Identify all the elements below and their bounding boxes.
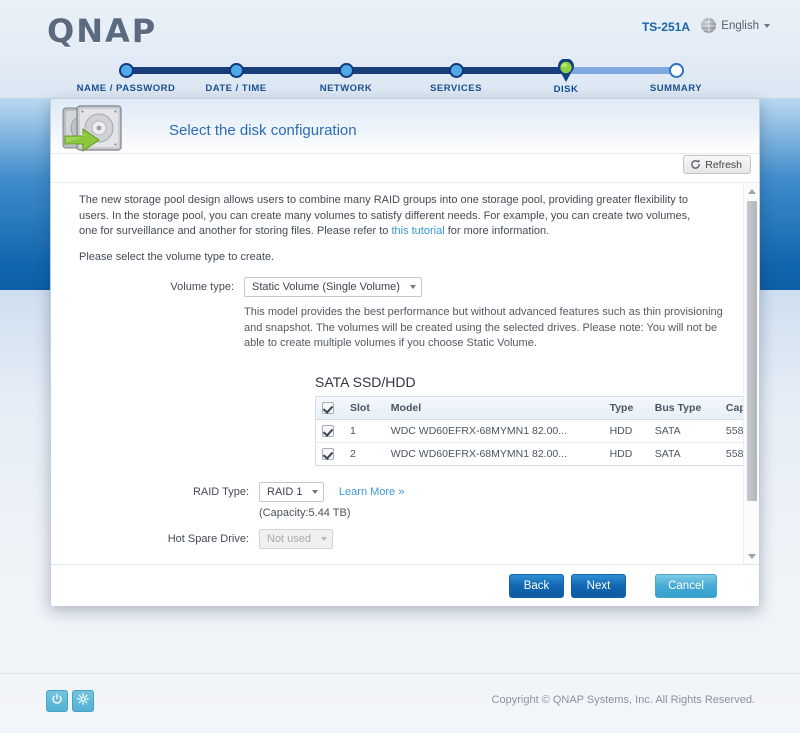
- select-all-checkbox[interactable]: [322, 401, 334, 414]
- wizard-step-summary[interactable]: SUMMARY: [611, 55, 741, 94]
- language-label: English: [721, 19, 759, 32]
- hot-spare-select: Not used: [259, 529, 334, 550]
- copyright-text: Copyright © QNAP Systems, Inc. All Right…: [491, 694, 755, 706]
- dialog-title: Select the disk configuration: [169, 122, 357, 139]
- qnap-logo: QNAP: [47, 12, 158, 50]
- disk-configuration-dialog: Select the disk configuration Refresh Th…: [50, 98, 760, 606]
- device-model-label: TS-251A: [641, 20, 690, 34]
- step-dot-icon: [228, 63, 244, 78]
- raid-type-row: RAID Type: RAID 1 Learn More » (Capacity…: [79, 482, 729, 519]
- caret-down-icon: [748, 553, 756, 559]
- hot-spare-label: Hot Spare Drive:: [167, 533, 249, 546]
- raid-capacity-note: (Capacity:5.44 TB): [259, 507, 351, 520]
- page-footer: Copyright © QNAP Systems, Inc. All Right…: [0, 673, 800, 733]
- restart-button[interactable]: [72, 690, 94, 712]
- row-checkbox[interactable]: [322, 448, 334, 461]
- step-dot-icon: [338, 63, 354, 78]
- select-volume-paragraph: Please select the volume type to create.: [79, 250, 275, 263]
- back-button[interactable]: Back: [509, 574, 564, 598]
- restart-icon: [77, 692, 89, 710]
- dialog-toolbar: Refresh: [51, 154, 759, 182]
- table-row[interactable]: 2 WDC WD60EFRX-68MYMN1 82.00... HDD SATA…: [316, 442, 759, 465]
- volume-type-row: Volume type: Static Volume (Single Volum…: [79, 277, 729, 352]
- dialog-header: Select the disk configuration: [51, 99, 759, 154]
- step-dot-icon: [668, 63, 684, 78]
- globe-icon: [701, 18, 717, 33]
- intro-text-post: for more information.: [444, 225, 550, 237]
- intro-text-pre: The new storage pool design allows users…: [79, 194, 691, 237]
- wizard-step-bar: NAME / PASSWORD DATE / TIME NETWORK SERV…: [0, 55, 800, 100]
- refresh-button[interactable]: Refresh: [683, 155, 751, 174]
- volume-type-select[interactable]: Static Volume (Single Volume): [244, 277, 422, 297]
- chevron-down-icon: [312, 490, 319, 495]
- raid-type-value: RAID 1: [267, 486, 303, 499]
- cell-model: WDC WD60EFRX-68MYMN1 82.00...: [390, 448, 568, 461]
- row-select-cell: [315, 419, 342, 443]
- hot-spare-value: Not used: [267, 533, 312, 546]
- cell-model: WDC WD60EFRX-68MYMN1 82.00...: [382, 419, 602, 443]
- language-selector[interactable]: English: [701, 18, 770, 33]
- scroll-up-button[interactable]: [744, 183, 759, 199]
- scrollbar-thumb[interactable]: [747, 201, 757, 501]
- power-button[interactable]: [46, 690, 68, 712]
- column-slot: Slot: [342, 396, 383, 420]
- scroll-down-button[interactable]: [744, 548, 759, 564]
- step-current-pin-icon: [556, 59, 576, 82]
- cell-bus-type: SATA: [654, 448, 681, 461]
- dialog-footer: Back Next Cancel: [51, 564, 759, 606]
- disk-section-title: SATA SSD/HDD: [315, 373, 416, 390]
- learn-more-link[interactable]: Learn More »: [339, 486, 404, 498]
- raid-type-select[interactable]: RAID 1: [259, 482, 325, 503]
- disk-table: Slot Model Type Bus Type Capacity 1: [315, 395, 759, 467]
- volume-type-help-text: This model provides the best performance…: [244, 306, 723, 349]
- disk-list-block: SATA SSD/HDD Slot Model Type Bus Type Ca…: [315, 373, 759, 467]
- raid-type-label: RAID Type:: [192, 486, 249, 499]
- refresh-icon: [690, 159, 701, 170]
- dialog-scroll-area: The new storage pool design allows users…: [51, 183, 759, 564]
- row-select-cell: [316, 442, 343, 465]
- volume-type-label: Volume type:: [170, 281, 234, 293]
- power-icon: [51, 692, 63, 710]
- column-bus-type: Bus Type: [646, 396, 718, 420]
- cell-bus-type: SATA: [646, 419, 718, 443]
- column-model: Model: [382, 396, 602, 420]
- table-row[interactable]: 1 WDC WD60EFRX-68MYMN1 82.00... HDD SATA…: [315, 419, 759, 443]
- cell-slot: 1: [342, 419, 383, 443]
- column-type: Type: [601, 396, 647, 420]
- dialog-content: The new storage pool design allows users…: [51, 182, 759, 564]
- volume-type-value: Static Volume (Single Volume): [252, 281, 400, 293]
- intro-paragraph: The new storage pool design allows users…: [79, 193, 709, 240]
- hot-spare-row: Hot Spare Drive: Not used: [79, 529, 729, 550]
- cell-slot: 2: [350, 448, 356, 461]
- chevron-down-icon: [321, 537, 328, 542]
- tutorial-link[interactable]: this tutorial: [391, 225, 444, 237]
- cancel-button[interactable]: Cancel: [655, 574, 717, 598]
- chevron-down-icon: [409, 285, 416, 289]
- content-scrollbar[interactable]: [743, 183, 759, 564]
- row-checkbox[interactable]: [322, 424, 334, 437]
- next-button[interactable]: Next: [571, 574, 626, 598]
- step-label: SUMMARY: [649, 83, 703, 94]
- chevron-down-icon: [764, 23, 770, 28]
- page-header: QNAP TS-251A English: [0, 0, 800, 50]
- step-dot-icon: [118, 63, 134, 78]
- step-dot-icon: [448, 63, 464, 78]
- refresh-label: Refresh: [705, 158, 742, 171]
- cell-type: HDD: [601, 419, 647, 443]
- caret-up-icon: [748, 188, 756, 194]
- select-all-header: [315, 396, 342, 420]
- cell-type: HDD: [609, 448, 633, 461]
- table-header-row: Slot Model Type Bus Type Capacity: [315, 396, 759, 420]
